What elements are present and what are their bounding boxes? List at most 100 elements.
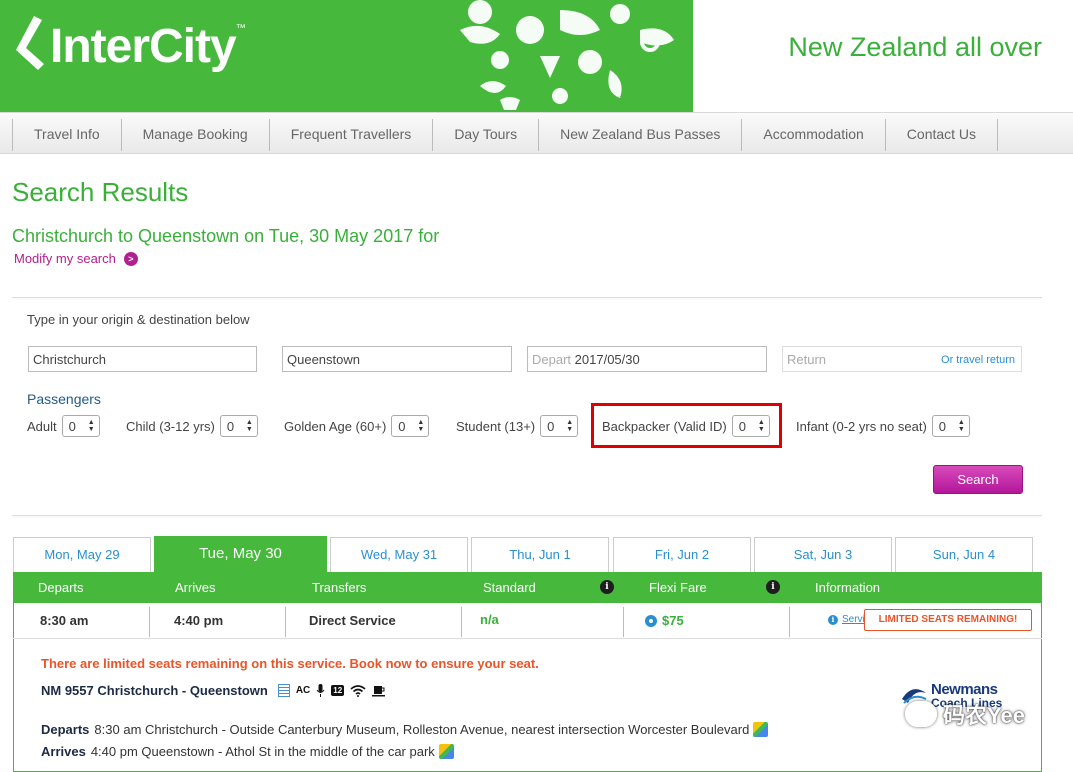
nz-illustration-icon	[460, 0, 674, 110]
wechat-icon	[905, 701, 937, 727]
passenger-adult: Adult 0 ▲ ▼	[27, 415, 100, 437]
search-button[interactable]: Search	[933, 465, 1023, 494]
stepper-arrows-icon: ▲ ▼	[87, 419, 95, 433]
brand-name: InterCity	[50, 19, 237, 73]
watermark: 码农Yee	[905, 698, 1025, 730]
depart-value: 2017/05/30	[574, 352, 640, 367]
col-arrives: Arrives	[175, 580, 216, 595]
map-pin-icon[interactable]	[753, 722, 769, 737]
nav-item-bus-passes[interactable]: New Zealand Bus Passes	[539, 119, 743, 151]
tab-thu-jun-1[interactable]: Thu, Jun 1	[471, 537, 609, 572]
operator-name: Newmans	[931, 681, 998, 698]
col-transfers: Transfers	[312, 580, 367, 595]
passenger-golden-age: Golden Age (60+) 0 ▲ ▼	[284, 415, 430, 437]
passenger-label: Adult	[27, 418, 57, 434]
depart-label: Depart	[532, 352, 572, 367]
limited-seats-badge: LIMITED SEATS REMAINING!	[864, 609, 1032, 631]
stepper-arrows-icon: ▲ ▼	[566, 419, 574, 433]
tagline: New Zealand all over	[788, 32, 1042, 62]
passengers-heading: Passengers	[27, 391, 101, 407]
service-name: NM 9557 Christchurch - Queenstown	[41, 683, 268, 698]
results-header: Departs Arrives Transfers Standard i Fle…	[13, 572, 1042, 603]
stepper-arrows-icon: ▲ ▼	[417, 419, 425, 433]
passenger-label: Student (13+)	[456, 418, 536, 434]
route-heading: Christchurch to Queenstown on Tue, 30 Ma…	[12, 226, 440, 246]
divider	[12, 515, 1042, 516]
golden-age-count-stepper[interactable]: 0 ▲ ▼	[391, 415, 430, 437]
service-summary: NM 9557 Christchurch - Queenstown AC 12	[41, 683, 386, 698]
divider	[12, 297, 1042, 298]
standard-fare: n/a	[480, 612, 499, 627]
departs-time: 8:30 am	[40, 613, 89, 628]
passenger-label: Infant (0-2 yrs no seat)	[796, 418, 927, 434]
flexi-fare-price: $75	[662, 612, 684, 628]
arrives-detail-label: Arrives	[41, 744, 86, 759]
infant-count-stepper[interactable]: 0 ▲ ▼	[931, 415, 970, 437]
tab-mon-may-29[interactable]: Mon, May 29	[13, 537, 151, 572]
nav-item-frequent-travellers[interactable]: Frequent Travellers	[270, 119, 434, 151]
tab-sun-jun-4[interactable]: Sun, Jun 4	[895, 537, 1033, 572]
search-instruction: Type in your origin & destination below	[27, 312, 250, 327]
nav-item-travel-info[interactable]: Travel Info	[13, 119, 122, 151]
tab-fri-jun-2[interactable]: Fri, Jun 2	[613, 537, 751, 572]
standard-info-icon[interactable]: i	[600, 580, 614, 594]
usb-charging-icon: 12	[331, 685, 345, 696]
arrives-detail: Arrives 4:40 pm Queenstown - Athol St in…	[41, 744, 454, 759]
timetable-icon[interactable]	[277, 684, 290, 697]
tab-wed-may-31[interactable]: Wed, May 31	[330, 537, 468, 572]
arrow-right-icon: >	[123, 251, 138, 266]
main-nav: Travel Info Manage Booking Frequent Trav…	[0, 112, 1073, 154]
radio-selected-icon[interactable]	[645, 614, 657, 627]
intercity-logo[interactable]: InterCity ™	[12, 14, 246, 78]
passenger-label: Child (3-12 yrs)	[126, 418, 215, 434]
passenger-infant: Infant (0-2 yrs no seat) 0 ▲ ▼	[796, 415, 970, 437]
limited-seats-message: There are limited seats remaining on thi…	[41, 656, 539, 671]
nav-item-accommodation[interactable]: Accommodation	[742, 119, 886, 151]
col-flexi-fare: Flexi Fare	[649, 580, 707, 595]
adult-count-stepper[interactable]: 0 ▲ ▼	[61, 415, 100, 437]
microphone-icon	[316, 684, 325, 697]
nav-item-day-tours[interactable]: Day Tours	[433, 119, 540, 151]
passenger-label: Golden Age (60+)	[284, 418, 387, 434]
transfers-value: Direct Service	[309, 613, 396, 628]
modify-search-link[interactable]: Modify my search >	[14, 251, 138, 266]
departs-detail: Departs 8:30 am Christchurch - Outside C…	[41, 722, 769, 737]
site-header: InterCity ™ New Zealand all over	[0, 0, 1073, 112]
destination-input[interactable]: Queenstown	[282, 346, 512, 372]
departs-detail-label: Departs	[41, 722, 90, 737]
passenger-student: Student (13+) 0 ▲ ▼	[456, 415, 579, 437]
nav-item-contact-us[interactable]: Contact Us	[886, 119, 999, 151]
page-title: Search Results	[12, 177, 189, 207]
return-date-input[interactable]: Return Or travel return	[782, 346, 1022, 372]
info-icon: i	[828, 615, 838, 625]
flexi-info-icon[interactable]: i	[766, 580, 780, 594]
col-departs: Departs	[38, 580, 84, 595]
tab-tue-may-30[interactable]: Tue, May 30	[154, 536, 327, 573]
return-label: Return	[787, 352, 827, 367]
depart-date-input[interactable]: Depart 2017/05/30	[527, 346, 767, 372]
origin-input[interactable]: Christchurch	[28, 346, 257, 372]
passenger-child: Child (3-12 yrs) 0 ▲ ▼	[126, 415, 258, 437]
arrives-detail-text: 4:40 pm Queenstown - Athol St in the mid…	[90, 744, 435, 759]
nav-item-manage-booking[interactable]: Manage Booking	[122, 119, 270, 151]
student-count-stepper[interactable]: 0 ▲ ▼	[540, 415, 579, 437]
arrives-time: 4:40 pm	[174, 613, 224, 628]
amenities: AC 12	[277, 684, 386, 697]
tab-sat-jun-3[interactable]: Sat, Jun 3	[754, 537, 892, 572]
child-count-stepper[interactable]: 0 ▲ ▼	[219, 415, 258, 437]
map-pin-icon[interactable]	[438, 744, 454, 759]
stepper-arrows-icon: ▲ ▼	[957, 419, 965, 433]
col-information: Information	[815, 580, 881, 595]
departs-detail-text: 8:30 am Christchurch - Outside Canterbur…	[94, 722, 750, 737]
air-conditioning-icon: AC	[295, 685, 311, 696]
intercity-swoosh-icon	[16, 16, 44, 70]
flexi-fare-option[interactable]: $75	[645, 603, 684, 638]
coffee-cup-icon	[372, 685, 386, 696]
modify-search-label: Modify my search	[14, 251, 116, 266]
watermark-text: 码农Yee	[943, 703, 1025, 728]
travel-return-link[interactable]: Or travel return	[941, 347, 1015, 371]
wifi-icon	[350, 684, 366, 697]
col-standard: Standard	[483, 580, 536, 595]
backpacker-highlight-box	[591, 403, 782, 448]
stepper-arrows-icon: ▲ ▼	[245, 419, 253, 433]
